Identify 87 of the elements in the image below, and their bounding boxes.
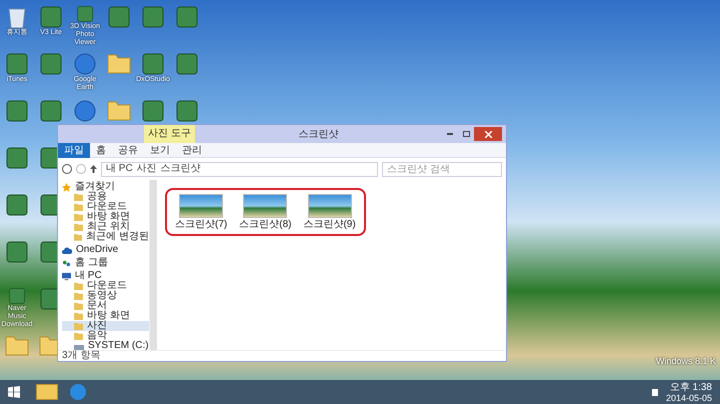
search-field[interactable]: 스크린샷 검색 [382,162,502,176]
nav-label: 바탕 화면 [87,212,130,222]
nav-item[interactable]: 다운로드 [62,202,149,212]
globe-icon [73,52,97,76]
globe-icon [73,99,97,123]
breadcrumb-item[interactable]: 사진 [136,164,157,174]
app-icon [5,240,29,264]
nav-item[interactable]: 동영상 [62,291,149,301]
nav-label: 즐겨찾기 [75,182,115,192]
nav-item[interactable]: 최근 위치 [62,222,149,232]
app-icon [175,99,199,123]
app-icon [39,99,63,123]
thumbnail-picture [308,194,352,218]
app-icon [107,5,131,29]
nav-item[interactable]: 바탕 화면 [62,311,149,321]
os-watermark: Windows 8.1 K [656,354,716,368]
app-icon [175,5,199,29]
drive-icon [74,342,84,350]
breadcrumb-item[interactable]: 내 PC [106,164,133,174]
nav-item[interactable]: OneDrive [62,245,149,255]
nav-item[interactable]: 사진 [62,321,149,331]
folder-icon [107,99,131,121]
nav-label: 최근에 변경된 [86,232,149,242]
ribbon-tab[interactable]: 파일 [58,142,90,158]
app-icon [5,146,29,170]
clock-time[interactable]: 오후 1:38 [670,382,712,392]
monitor-icon [62,272,71,280]
nav-label: 문서 [87,301,107,311]
ribbon-tab[interactable]: 공유 [112,142,144,158]
context-tab[interactable]: 사진 도구 [144,125,195,143]
breadcrumb-item[interactable]: 스크린샷 [160,164,201,174]
cloud-icon [62,246,72,254]
nav-label: 다운로드 [87,281,127,291]
ribbon-tab[interactable]: 홈 [90,142,112,158]
app-icon [5,52,29,76]
nav-item[interactable]: 음악 [62,331,149,341]
app-icon [141,99,165,123]
ribbon-tab[interactable]: 보기 [144,142,176,158]
nav-label: SYSTEM (C:) [88,341,149,351]
nav-item[interactable]: 다운로드 [62,281,149,291]
folder-icon [5,334,29,356]
address-field[interactable]: 내 PC 사진 스크린샷 [101,162,378,176]
app-icon [39,52,63,76]
thumbnail-picture [179,194,224,218]
nav-item[interactable]: 즐겨찾기 [62,182,149,192]
app-icon [141,52,165,76]
app-icon [175,52,199,76]
folder-icon [107,52,131,74]
star-icon [62,182,71,192]
nav-label: 다운로드 [87,202,127,212]
nav-item[interactable]: 공용 [62,192,149,202]
back-icon[interactable] [62,164,72,174]
file-name: 스크린샷(7) [175,220,228,230]
nav-label: 최근 위치 [87,222,130,232]
nav-label: 공용 [87,192,107,202]
file-name: 스크린샷(9) [303,220,356,230]
start-icon[interactable] [8,386,20,398]
nav-item[interactable]: 최근에 변경된 [62,232,149,242]
app-icon [5,193,29,217]
window-title: 스크린샷 [297,128,340,142]
close-icon[interactable] [474,127,502,141]
nav-label: OneDrive [76,245,118,255]
file-item[interactable]: 스크린샷(8) [239,194,292,230]
nav-label: 동영상 [87,291,117,301]
nav-label: 내 PC [75,271,102,281]
nav-item[interactable]: 홈 그룹 [62,258,149,268]
nav-label: 음악 [87,331,107,341]
scrollbar[interactable] [150,180,157,350]
app-icon [141,5,165,29]
file-name: 스크린샷(8) [239,220,292,230]
clock-date[interactable]: 2014-05-05 [666,392,712,402]
file-item[interactable]: 스크린샷(7) [175,194,228,230]
up-arrow-icon[interactable] [90,165,97,173]
nav-item[interactable]: 바탕 화면 [62,212,149,222]
nav-item[interactable]: 문서 [62,301,149,311]
app-icon [5,99,29,123]
nav-label: 홈 그룹 [75,258,108,268]
people-icon [62,258,71,268]
nav-label: 바탕 화면 [87,311,130,321]
nav-item[interactable]: SYSTEM (C:) [62,341,149,351]
status-text: 3개 항목 [62,351,100,361]
nav-item[interactable]: 내 PC [62,271,149,281]
thumbnail-picture [243,194,288,218]
ribbon-tab[interactable]: 관리 [176,142,208,158]
nav-label: 사진 [87,321,107,331]
app-icon [39,5,63,29]
file-item[interactable]: 스크린샷(9) [303,194,356,230]
